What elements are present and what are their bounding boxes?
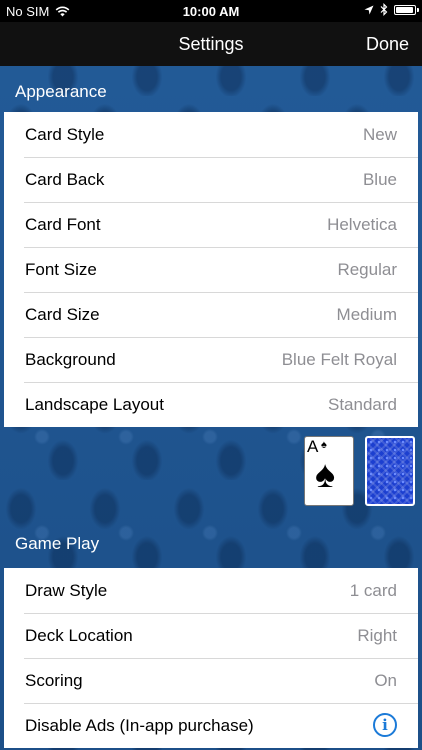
- setting-value: Right: [357, 626, 397, 645]
- setting-value: 1 card: [349, 581, 397, 600]
- setting-label: Landscape Layout: [25, 395, 164, 414]
- setting-label: Card Font: [25, 215, 101, 234]
- setting-label: Background: [25, 350, 116, 369]
- setting-value: New: [362, 125, 397, 144]
- setting-row-font-size[interactable]: Font Size Regular: [4, 247, 418, 292]
- setting-value: Blue: [362, 170, 397, 189]
- section-header-game-play: Game Play: [15, 534, 100, 553]
- setting-row-card-style[interactable]: Card Style New: [4, 112, 418, 157]
- setting-row-card-size[interactable]: Card Size Medium: [4, 292, 418, 337]
- done-button[interactable]: Done: [366, 34, 409, 55]
- setting-value: Helvetica: [327, 215, 397, 234]
- setting-row-disable-ads[interactable]: Disable Ads (In-app purchase) i: [4, 703, 418, 748]
- setting-label: Scoring: [25, 671, 83, 690]
- status-time: 10:00 AM: [182, 4, 240, 19]
- section-header-appearance: Appearance: [15, 82, 107, 101]
- info-icon[interactable]: i: [373, 713, 397, 737]
- setting-row-card-font[interactable]: Card Font Helvetica: [4, 202, 418, 247]
- setting-value: Medium: [336, 305, 397, 324]
- setting-value: Regular: [337, 260, 397, 279]
- setting-label: Card Back: [25, 170, 105, 189]
- setting-label: Disable Ads (In-app purchase): [25, 716, 254, 735]
- setting-label: Font Size: [25, 260, 97, 279]
- setting-value: Blue Felt Royal: [281, 350, 397, 369]
- status-bar: No SIM 10:00 AM: [0, 0, 422, 22]
- settings-screen: No SIM 10:00 AM Settings Done Appearance: [0, 0, 422, 750]
- card-front-preview: A ♠ ♠: [304, 436, 354, 506]
- card-back-preview: [365, 436, 415, 506]
- setting-row-landscape-layout[interactable]: Landscape Layout Standard: [4, 382, 418, 427]
- appearance-settings-group: Card Style New Card Back Blue Card Font …: [4, 112, 418, 427]
- spade-icon: ♠: [315, 454, 336, 496]
- setting-label: Card Size: [25, 305, 100, 324]
- setting-value: On: [374, 671, 397, 690]
- navigation-bar: Settings Done: [0, 22, 422, 66]
- setting-row-scoring[interactable]: Scoring On: [4, 658, 418, 703]
- setting-row-card-back[interactable]: Card Back Blue: [4, 157, 418, 202]
- status-bar-right: [364, 3, 419, 16]
- spade-small-icon: ♠: [321, 439, 327, 451]
- setting-label: Deck Location: [25, 626, 133, 645]
- battery-icon: [394, 4, 419, 15]
- setting-row-draw-style[interactable]: Draw Style 1 card: [4, 568, 418, 613]
- page-title: Settings: [178, 34, 244, 54]
- battery-level: [396, 6, 413, 13]
- setting-value: Standard: [328, 395, 397, 414]
- setting-label: Draw Style: [25, 581, 108, 600]
- setting-label: Card Style: [25, 125, 105, 144]
- game-play-settings-group: Draw Style 1 card Deck Location Right Sc…: [4, 568, 418, 748]
- setting-row-deck-location[interactable]: Deck Location Right: [4, 613, 418, 658]
- bluetooth-icon: [380, 3, 388, 16]
- setting-row-background[interactable]: Background Blue Felt Royal: [4, 337, 418, 382]
- location-arrow-icon: [364, 5, 374, 14]
